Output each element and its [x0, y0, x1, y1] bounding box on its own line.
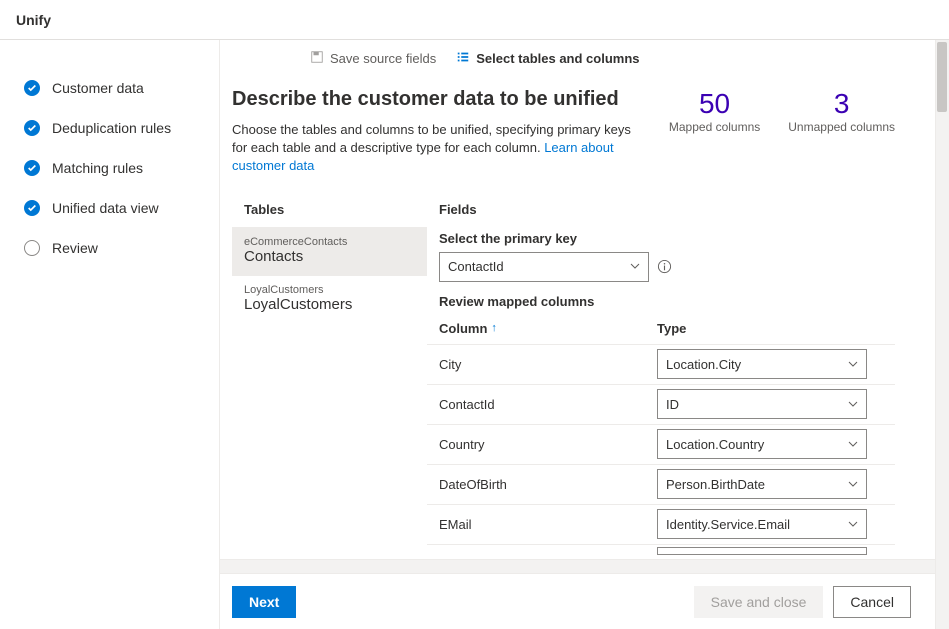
tables-column: Tables eCommerceContacts Contacts LoyalC…: [232, 196, 427, 559]
vertical-scrollbar[interactable]: [935, 40, 949, 629]
stat-value: 3: [788, 88, 895, 120]
stat-mapped: 50 Mapped columns: [669, 88, 760, 134]
step-matching[interactable]: Matching rules: [24, 160, 203, 176]
step-customer-data[interactable]: Customer data: [24, 80, 203, 96]
select-value: ID: [666, 397, 679, 412]
mapped-row-partial: [427, 544, 895, 557]
chevron-down-icon: [848, 517, 858, 532]
chevron-down-icon: [848, 477, 858, 492]
circle-icon: [24, 240, 40, 256]
app-header: Unify: [0, 0, 949, 40]
mapped-row: City Location.City: [427, 344, 895, 384]
fields-column: Fields Select the primary key ContactId: [427, 196, 895, 559]
page-title: Describe the customer data to be unified: [232, 88, 645, 111]
toolbar-label: Select tables and columns: [476, 51, 639, 66]
type-select[interactable]: [657, 547, 867, 555]
scrollbar-thumb[interactable]: [937, 42, 947, 112]
save-and-close-button: Save and close: [694, 586, 824, 618]
column-header-type[interactable]: Type: [657, 321, 883, 336]
primary-key-select[interactable]: ContactId: [439, 252, 649, 282]
toolbar-label: Save source fields: [330, 51, 436, 66]
step-review[interactable]: Review: [24, 240, 203, 256]
check-icon: [24, 120, 40, 136]
check-icon: [24, 80, 40, 96]
select-tables-button[interactable]: Select tables and columns: [456, 50, 639, 67]
stats-panel: 50 Mapped columns 3 Unmapped columns: [669, 88, 895, 134]
mapped-row: ContactId ID: [427, 384, 895, 424]
step-label: Customer data: [52, 80, 144, 96]
column-name: DateOfBirth: [439, 477, 657, 492]
table-name: Contacts: [244, 248, 415, 265]
check-icon: [24, 200, 40, 216]
save-icon: [310, 50, 324, 67]
stat-value: 50: [669, 88, 760, 120]
sort-ascending-icon: ↑: [491, 322, 497, 334]
select-value: ContactId: [448, 259, 504, 274]
toolbar: Save source fields Select tables and col…: [220, 40, 935, 76]
type-select[interactable]: Location.City: [657, 349, 867, 379]
footer: Next Save and close Cancel: [220, 573, 935, 629]
horizontal-scrollbar[interactable]: [220, 559, 935, 573]
list-icon: [456, 50, 470, 67]
step-unified-view[interactable]: Unified data view: [24, 200, 203, 216]
main-panel: Save source fields Select tables and col…: [220, 40, 949, 629]
select-value: Person.BirthDate: [666, 477, 765, 492]
type-select[interactable]: Identity.Service.Email: [657, 509, 867, 539]
mapped-row: Country Location.Country: [427, 424, 895, 464]
step-label: Unified data view: [52, 200, 159, 216]
type-select[interactable]: Location.Country: [657, 429, 867, 459]
check-icon: [24, 160, 40, 176]
step-label: Review: [52, 240, 98, 256]
cancel-button[interactable]: Cancel: [833, 586, 911, 618]
select-value: Location.Country: [666, 437, 764, 452]
select-value: Identity.Service.Email: [666, 517, 790, 532]
table-name: LoyalCustomers: [244, 296, 415, 313]
review-mapped-label: Review mapped columns: [427, 294, 895, 317]
select-value: Location.City: [666, 357, 741, 372]
mapped-row: EMail Identity.Service.Email: [427, 504, 895, 544]
tables-header: Tables: [232, 196, 427, 227]
wizard-sidebar: Customer data Deduplication rules Matchi…: [0, 40, 220, 629]
stat-label: Mapped columns: [669, 120, 760, 134]
mapped-row: DateOfBirth Person.BirthDate: [427, 464, 895, 504]
step-label: Matching rules: [52, 160, 143, 176]
chevron-down-icon: [848, 397, 858, 412]
next-button[interactable]: Next: [232, 586, 296, 618]
column-header-column[interactable]: Column ↑: [439, 321, 657, 336]
step-label: Deduplication rules: [52, 120, 171, 136]
fields-header: Fields: [427, 196, 895, 227]
info-icon[interactable]: [657, 259, 672, 274]
app-title: Unify: [16, 12, 51, 28]
save-source-fields-button[interactable]: Save source fields: [310, 50, 436, 67]
chevron-down-icon: [848, 357, 858, 372]
page-description: Choose the tables and columns to be unif…: [232, 121, 645, 176]
chevron-down-icon: [848, 437, 858, 452]
table-source: LoyalCustomers: [244, 284, 415, 296]
primary-key-label: Select the primary key: [439, 231, 883, 246]
type-select[interactable]: ID: [657, 389, 867, 419]
type-select[interactable]: Person.BirthDate: [657, 469, 867, 499]
stat-label: Unmapped columns: [788, 120, 895, 134]
chevron-down-icon: [630, 259, 640, 274]
stat-unmapped: 3 Unmapped columns: [788, 88, 895, 134]
table-source: eCommerceContacts: [244, 236, 415, 248]
table-item-loyal[interactable]: LoyalCustomers LoyalCustomers: [232, 275, 427, 323]
column-name: EMail: [439, 517, 657, 532]
table-item-contacts[interactable]: eCommerceContacts Contacts: [232, 227, 427, 275]
step-deduplication[interactable]: Deduplication rules: [24, 120, 203, 136]
column-name: Country: [439, 437, 657, 452]
column-name: City: [439, 357, 657, 372]
column-name: ContactId: [439, 397, 657, 412]
